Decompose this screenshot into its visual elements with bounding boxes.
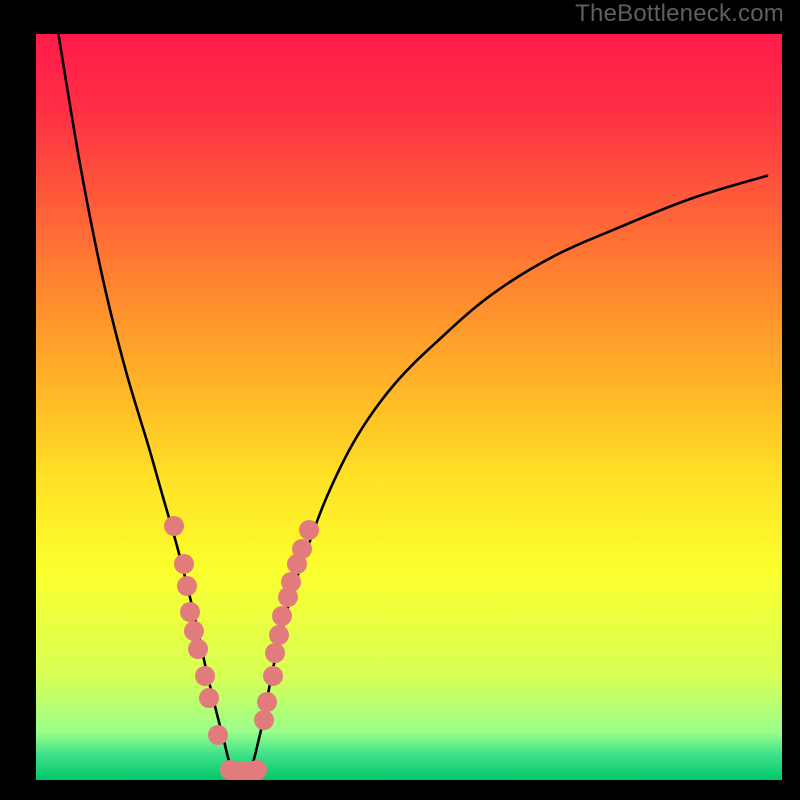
data-point-dot xyxy=(263,666,283,686)
data-point-dot xyxy=(269,625,289,645)
data-point-dot xyxy=(254,710,274,730)
scatter-dots-layer xyxy=(36,34,782,780)
data-point-dot xyxy=(180,602,200,622)
watermark-text: TheBottleneck.com xyxy=(575,0,784,28)
data-point-dot xyxy=(177,576,197,596)
data-point-dot xyxy=(174,554,194,574)
data-point-dot xyxy=(247,760,267,780)
data-point-dot xyxy=(299,520,319,540)
data-point-dot xyxy=(272,606,292,626)
plot-area xyxy=(36,34,782,780)
data-point-dot xyxy=(257,692,277,712)
data-point-dot xyxy=(184,621,204,641)
data-point-dot xyxy=(188,639,208,659)
data-point-dot xyxy=(199,688,219,708)
data-point-dot xyxy=(265,643,285,663)
data-point-dot xyxy=(208,725,228,745)
data-point-dot xyxy=(281,572,301,592)
data-point-dot xyxy=(292,539,312,559)
data-point-dot xyxy=(164,516,184,536)
data-point-dot xyxy=(195,666,215,686)
